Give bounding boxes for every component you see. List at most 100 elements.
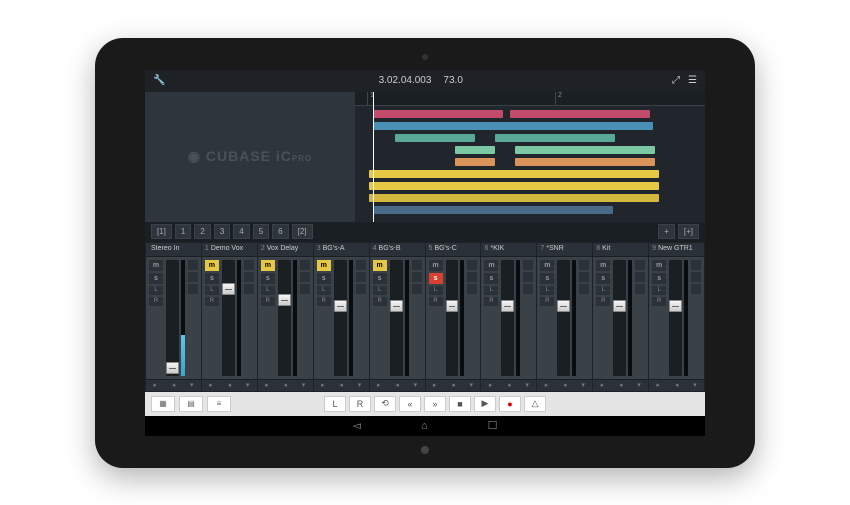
listen-button[interactable]: L bbox=[429, 286, 443, 295]
read-button[interactable]: R bbox=[429, 297, 443, 306]
channel-edit-button[interactable] bbox=[300, 260, 310, 270]
read-button[interactable]: R bbox=[149, 297, 163, 306]
monitor-icon[interactable]: ◂ bbox=[556, 380, 574, 391]
clip[interactable] bbox=[369, 194, 659, 202]
monitor-icon[interactable]: ◂ bbox=[220, 380, 238, 391]
expand-channel-icon[interactable]: ▾ bbox=[239, 380, 257, 391]
expand-channel-icon[interactable]: ▾ bbox=[574, 380, 592, 391]
fader-track[interactable] bbox=[501, 260, 514, 376]
fader-cap[interactable] bbox=[166, 362, 179, 374]
mute-button[interactable]: m bbox=[540, 260, 554, 271]
channel-header[interactable]: 4BG's-B bbox=[370, 243, 425, 257]
mute-button[interactable]: m bbox=[261, 260, 275, 271]
automation-icon[interactable]: ▸ bbox=[593, 380, 611, 391]
view-list-icon[interactable]: ≡ bbox=[207, 396, 231, 412]
solo-button[interactable]: s bbox=[317, 273, 331, 284]
forward-button[interactable]: » bbox=[424, 396, 446, 412]
listen-button[interactable]: L bbox=[540, 286, 554, 295]
channel-header[interactable]: Stereo In bbox=[146, 243, 201, 257]
channel-edit-button[interactable] bbox=[356, 260, 366, 270]
tracks-area[interactable] bbox=[355, 106, 705, 222]
back-icon[interactable]: ◅ bbox=[353, 419, 361, 432]
fader-cap[interactable] bbox=[446, 300, 459, 312]
clip[interactable] bbox=[369, 182, 659, 190]
rewind-button[interactable]: « bbox=[399, 396, 421, 412]
record-button[interactable]: ● bbox=[499, 396, 521, 412]
listen-button[interactable]: L bbox=[149, 286, 163, 295]
view-keys-icon[interactable]: ▤ bbox=[179, 396, 203, 412]
listen-button[interactable]: L bbox=[205, 286, 219, 295]
solo-button[interactable]: s bbox=[205, 273, 219, 284]
ruler[interactable]: 12 bbox=[355, 92, 705, 106]
channel-aux-button[interactable] bbox=[635, 284, 645, 294]
expand-icon[interactable]: ⤢ bbox=[672, 75, 680, 86]
fader-cap[interactable] bbox=[613, 300, 626, 312]
clip[interactable] bbox=[369, 170, 659, 178]
channel-header[interactable]: 8Kit bbox=[593, 243, 648, 257]
settings-icon[interactable]: 🔧 bbox=[153, 75, 165, 86]
solo-button[interactable]: s bbox=[373, 273, 387, 284]
channel-header[interactable]: 3BG's-A bbox=[314, 243, 369, 257]
recent-icon[interactable]: ☐ bbox=[488, 419, 498, 432]
channel-link-button[interactable] bbox=[579, 272, 589, 282]
fader-cap[interactable] bbox=[669, 300, 682, 312]
expand-channel-icon[interactable]: ▾ bbox=[350, 380, 368, 391]
monitor-icon[interactable]: ◂ bbox=[388, 380, 406, 391]
channel-aux-button[interactable] bbox=[579, 284, 589, 294]
channel-edit-button[interactable] bbox=[579, 260, 589, 270]
metronome-button[interactable]: △ bbox=[524, 396, 546, 412]
monitor-icon[interactable]: ◂ bbox=[612, 380, 630, 391]
expand-channel-icon[interactable]: ▾ bbox=[518, 380, 536, 391]
automation-icon[interactable]: ▸ bbox=[202, 380, 220, 391]
bank-expand[interactable]: [+] bbox=[678, 224, 699, 239]
monitor-icon[interactable]: ◂ bbox=[164, 380, 182, 391]
fader-track[interactable] bbox=[613, 260, 626, 376]
solo-button[interactable]: s bbox=[596, 273, 610, 284]
expand-channel-icon[interactable]: ▾ bbox=[686, 380, 704, 391]
fader-track[interactable] bbox=[669, 260, 682, 376]
clip[interactable] bbox=[515, 146, 655, 154]
view-mixer-icon[interactable]: ▦ bbox=[151, 396, 175, 412]
read-button[interactable]: R bbox=[484, 297, 498, 306]
mute-button[interactable]: m bbox=[317, 260, 331, 271]
channel-link-button[interactable] bbox=[188, 272, 198, 282]
expand-channel-icon[interactable]: ▾ bbox=[406, 380, 424, 391]
fader-track[interactable] bbox=[278, 260, 291, 376]
fader-track[interactable] bbox=[557, 260, 570, 376]
fader-cap[interactable] bbox=[334, 300, 347, 312]
stop-button[interactable]: ■ bbox=[449, 396, 471, 412]
home-icon[interactable]: ⌂ bbox=[421, 420, 428, 432]
listen-button[interactable]: L bbox=[373, 286, 387, 295]
bank-button[interactable]: 4 bbox=[233, 224, 249, 239]
fader-cap[interactable] bbox=[222, 283, 235, 295]
fader-track[interactable] bbox=[390, 260, 403, 376]
automation-icon[interactable]: ▸ bbox=[370, 380, 388, 391]
automation-icon[interactable]: ▸ bbox=[146, 380, 164, 391]
mute-button[interactable]: m bbox=[652, 260, 666, 271]
fader-cap[interactable] bbox=[278, 294, 291, 306]
automation-icon[interactable]: ▸ bbox=[426, 380, 444, 391]
read-button[interactable]: R bbox=[652, 297, 666, 306]
listen-button[interactable]: L bbox=[317, 286, 331, 295]
solo-button[interactable]: s bbox=[149, 273, 163, 284]
solo-button[interactable]: s bbox=[540, 273, 554, 284]
channel-aux-button[interactable] bbox=[188, 284, 198, 294]
expand-channel-icon[interactable]: ▾ bbox=[462, 380, 480, 391]
monitor-icon[interactable]: ◂ bbox=[444, 380, 462, 391]
bank-button[interactable]: 6 bbox=[272, 224, 288, 239]
bank-button[interactable]: 1 bbox=[175, 224, 191, 239]
channel-aux-button[interactable] bbox=[244, 284, 254, 294]
mute-button[interactable]: m bbox=[429, 260, 443, 271]
locator-right-button[interactable]: R bbox=[349, 396, 371, 412]
channel-header[interactable]: 1Demo Vox bbox=[202, 243, 257, 257]
channel-edit-button[interactable] bbox=[635, 260, 645, 270]
channel-link-button[interactable] bbox=[523, 272, 533, 282]
channel-link-button[interactable] bbox=[467, 272, 477, 282]
fader-track[interactable] bbox=[446, 260, 459, 376]
clip[interactable] bbox=[515, 158, 655, 166]
mute-button[interactable]: m bbox=[373, 260, 387, 271]
channel-edit-button[interactable] bbox=[244, 260, 254, 270]
listen-button[interactable]: L bbox=[484, 286, 498, 295]
clip[interactable] bbox=[455, 158, 495, 166]
fader-cap[interactable] bbox=[390, 300, 403, 312]
